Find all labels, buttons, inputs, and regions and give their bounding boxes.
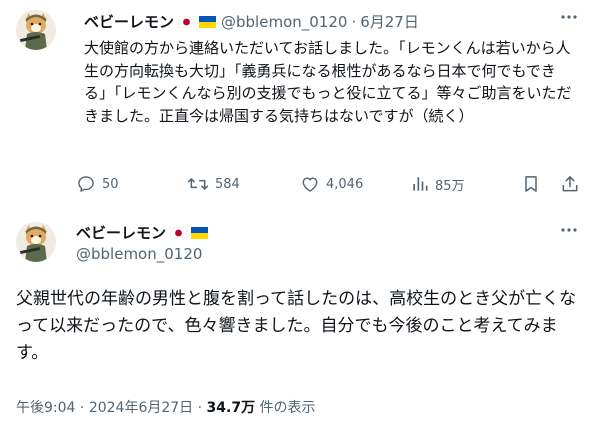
japan-flag-icon: [170, 226, 188, 239]
display-name[interactable]: ベビーレモン: [84, 11, 174, 32]
separator-dot: ·: [79, 400, 85, 416]
share-icon: [562, 176, 578, 192]
repost-icon: [187, 178, 209, 190]
views-button[interactable]: 85万: [411, 174, 465, 194]
avatar-image: [16, 222, 56, 262]
separator-dot: ·: [197, 400, 203, 416]
tweet-actions: 50 584 4,046 85万: [76, 174, 582, 196]
views-count: 34.7万: [206, 400, 256, 416]
tweet-meta: 午後9:04 · 2024年6月27日 · 34.7万 件の表示: [16, 397, 316, 417]
tweet-date[interactable]: 2024年6月27日: [89, 400, 193, 416]
bookmark-button[interactable]: [522, 174, 546, 194]
view-count: 85万: [435, 178, 465, 194]
repost-count: 584: [215, 176, 240, 192]
like-button[interactable]: 4,046: [300, 174, 363, 194]
reply-count: 50: [102, 176, 119, 192]
author-name-row: ベビーレモン: [76, 222, 209, 243]
user-handle[interactable]: @bblemon_0120: [76, 245, 202, 263]
more-icon[interactable]: [559, 220, 579, 244]
tweet-time[interactable]: 午後9:04: [16, 400, 75, 416]
ukraine-flag-icon: [191, 226, 209, 239]
ukraine-flag-icon: [199, 15, 217, 28]
views-label: 件の表示: [259, 400, 316, 416]
views-icon: [413, 177, 428, 191]
more-icon[interactable]: [559, 7, 579, 31]
reply-icon: [78, 176, 94, 192]
repost-button[interactable]: 584: [187, 174, 240, 194]
tweet-text: 大使館の方から連絡いただいてお話しました。「レモンくんは若いから人生の方向転換も…: [84, 39, 572, 125]
japan-flag-icon: [178, 15, 196, 28]
share-button[interactable]: [560, 174, 586, 194]
tweet-text: 父親世代の年齢の男性と腹を割って話したのは、高校生のとき父が亡くなって以来だった…: [16, 289, 577, 363]
tweet-header: ベビーレモン @bblemon_0120 · 6月27日: [84, 11, 419, 32]
like-count: 4,046: [326, 176, 364, 192]
separator-dot: ·: [351, 12, 357, 31]
like-icon: [302, 177, 318, 192]
tweet-date[interactable]: 6月27日: [360, 11, 419, 32]
user-handle[interactable]: @bblemon_0120: [221, 13, 347, 31]
avatar[interactable]: [16, 10, 56, 50]
display-name[interactable]: ベビーレモン: [76, 222, 166, 243]
avatar[interactable]: [16, 222, 56, 262]
bookmark-icon: [525, 176, 537, 192]
avatar-image: [16, 10, 56, 50]
reply-button[interactable]: 50: [76, 174, 119, 194]
